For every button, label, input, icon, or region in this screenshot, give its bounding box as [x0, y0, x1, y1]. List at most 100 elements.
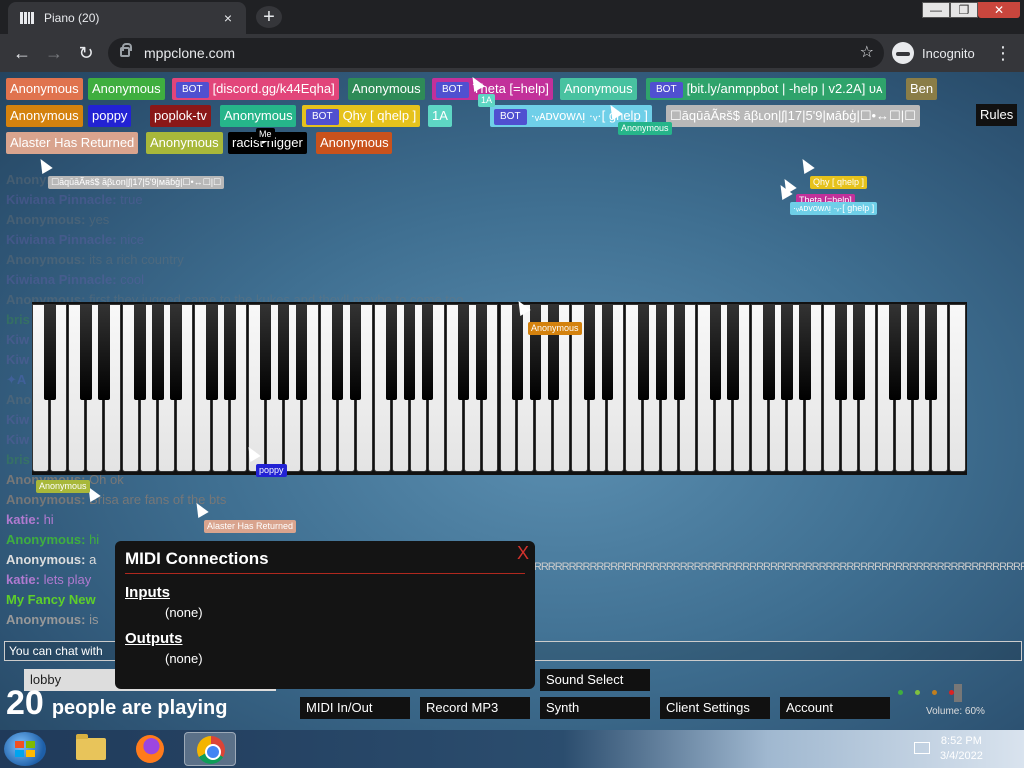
user-label[interactable]: Anonymous: [316, 132, 392, 154]
user-label[interactable]: Anonymous: [6, 78, 83, 100]
user-label[interactable]: Anonymous: [88, 78, 165, 100]
midi-close-button[interactable]: X: [517, 543, 529, 564]
rules-button[interactable]: Rules: [976, 104, 1018, 126]
close-window-icon[interactable]: ✕: [978, 2, 1020, 18]
black-key[interactable]: [80, 304, 92, 400]
user-label[interactable]: 1A: [428, 105, 452, 127]
black-key[interactable]: [889, 304, 901, 400]
synth-button[interactable]: Synth: [540, 697, 650, 719]
bot-badge: BOT: [436, 81, 469, 98]
user-label[interactable]: BOT [discord.gg/k44Eqha]: [172, 78, 339, 100]
black-key[interactable]: [799, 304, 811, 400]
user-label[interactable]: poplok-tv: [150, 105, 211, 127]
cursor-label: Me: [256, 128, 275, 141]
incognito-indicator[interactable]: Incognito: [892, 40, 975, 66]
volume-knob[interactable]: [954, 684, 962, 702]
maximize-icon[interactable]: ❐: [950, 2, 978, 18]
user-label[interactable]: Ben: [906, 78, 938, 100]
black-key[interactable]: [655, 304, 668, 400]
black-key[interactable]: [385, 304, 398, 400]
bookmark-star-icon[interactable]: ☆: [860, 38, 874, 68]
black-key[interactable]: [259, 304, 272, 400]
black-key[interactable]: [673, 304, 686, 400]
chrome-button[interactable]: [184, 732, 236, 766]
cursor-label: Alaster Has Returned: [204, 520, 297, 533]
file-explorer-button[interactable]: [64, 732, 116, 766]
black-key[interactable]: [529, 304, 542, 400]
browser-tab[interactable]: Piano (20) ×: [8, 2, 246, 34]
back-icon[interactable]: ←: [10, 41, 34, 65]
black-key[interactable]: [206, 304, 218, 400]
midi-outputs-value[interactable]: (none): [165, 651, 525, 666]
midi-inout-button[interactable]: MIDI In/Out: [300, 697, 410, 719]
black-key[interactable]: [421, 304, 434, 400]
user-name: poppy: [92, 108, 128, 123]
black-key[interactable]: [511, 304, 524, 400]
volume-control[interactable]: Volume: 60%: [886, 684, 1016, 720]
user-label[interactable]: Anonymous: [348, 78, 425, 100]
minimize-icon[interactable]: —: [922, 2, 950, 18]
user-label[interactable]: Anonymous: [6, 105, 83, 127]
system-clock[interactable]: 8:52 PM 3/4/2022: [940, 734, 983, 764]
clock-date: 3/4/2022: [940, 750, 983, 762]
account-button[interactable]: Account: [780, 697, 890, 719]
user-label[interactable]: BOT Qhy [ qhelp ]: [302, 105, 421, 127]
black-key[interactable]: [152, 304, 164, 400]
chat-text: true: [116, 192, 143, 207]
black-key[interactable]: [134, 304, 146, 400]
black-key[interactable]: [295, 304, 308, 400]
user-label[interactable]: Anonymous: [560, 78, 637, 100]
black-key[interactable]: [98, 304, 110, 400]
sound-select-button[interactable]: Sound Select: [540, 669, 650, 691]
black-key[interactable]: [907, 304, 919, 400]
user-label[interactable]: Anonymous: [220, 105, 296, 127]
user-label[interactable]: poppy: [88, 105, 132, 127]
network-icon[interactable]: [914, 742, 930, 754]
black-key[interactable]: [637, 304, 650, 400]
firefox-button[interactable]: [124, 732, 176, 766]
chat-text: hi: [39, 512, 54, 527]
user-label[interactable]: ☐āqūāÃʀš$ āβʟon|ʃ|17|5'9|мāɓģ|☐•↔☐|☐: [666, 105, 920, 127]
incognito-label: Incognito: [922, 45, 975, 61]
black-key[interactable]: [835, 304, 847, 400]
user-label[interactable]: BOT [bit.ly/anmppbot | -help | v2.2A] ᴜᴀ: [646, 78, 887, 100]
black-key[interactable]: [925, 304, 937, 400]
reload-icon[interactable]: ↻: [74, 41, 98, 65]
chat-author: Kiwiana Pinnacle:: [6, 192, 117, 207]
midi-inputs-value[interactable]: (none): [165, 605, 525, 620]
black-key[interactable]: [781, 304, 793, 400]
black-key[interactable]: [475, 304, 488, 400]
black-key[interactable]: [601, 304, 614, 400]
black-key[interactable]: [583, 304, 596, 400]
record-mp3-button[interactable]: Record MP3: [420, 697, 530, 719]
user-name: Anonymous: [224, 108, 293, 123]
address-bar[interactable]: mppclone.com ☆: [108, 38, 884, 68]
black-key[interactable]: [403, 304, 416, 400]
black-key[interactable]: [853, 304, 865, 400]
black-key[interactable]: [547, 304, 560, 400]
user-name: Anonymous: [10, 81, 79, 96]
chat-author: Kiw: [6, 412, 30, 427]
new-tab-button[interactable]: +: [256, 6, 282, 28]
piano-icon: [20, 12, 34, 24]
black-key[interactable]: [44, 304, 56, 400]
client-settings-button[interactable]: Client Settings: [660, 697, 770, 719]
piano-keyboard[interactable]: [32, 302, 967, 475]
user-label[interactable]: Alaster Has Returned: [6, 132, 139, 154]
black-key[interactable]: [170, 304, 182, 400]
black-key[interactable]: [763, 304, 775, 400]
black-key[interactable]: [331, 304, 344, 400]
black-key[interactable]: [277, 304, 290, 400]
black-key[interactable]: [224, 304, 236, 400]
black-key[interactable]: [349, 304, 362, 400]
chat-author: Kiwiana Pinnacle:: [6, 272, 117, 287]
start-button[interactable]: [4, 732, 46, 766]
white-key[interactable]: [949, 304, 966, 472]
black-key[interactable]: [727, 304, 739, 400]
browser-menu-icon[interactable]: ⋮: [994, 41, 1012, 65]
forward-icon[interactable]: →: [42, 41, 66, 65]
black-key[interactable]: [457, 304, 470, 400]
user-label[interactable]: Anonymous: [146, 132, 223, 154]
black-key[interactable]: [709, 304, 721, 400]
close-tab-icon[interactable]: ×: [220, 10, 236, 26]
